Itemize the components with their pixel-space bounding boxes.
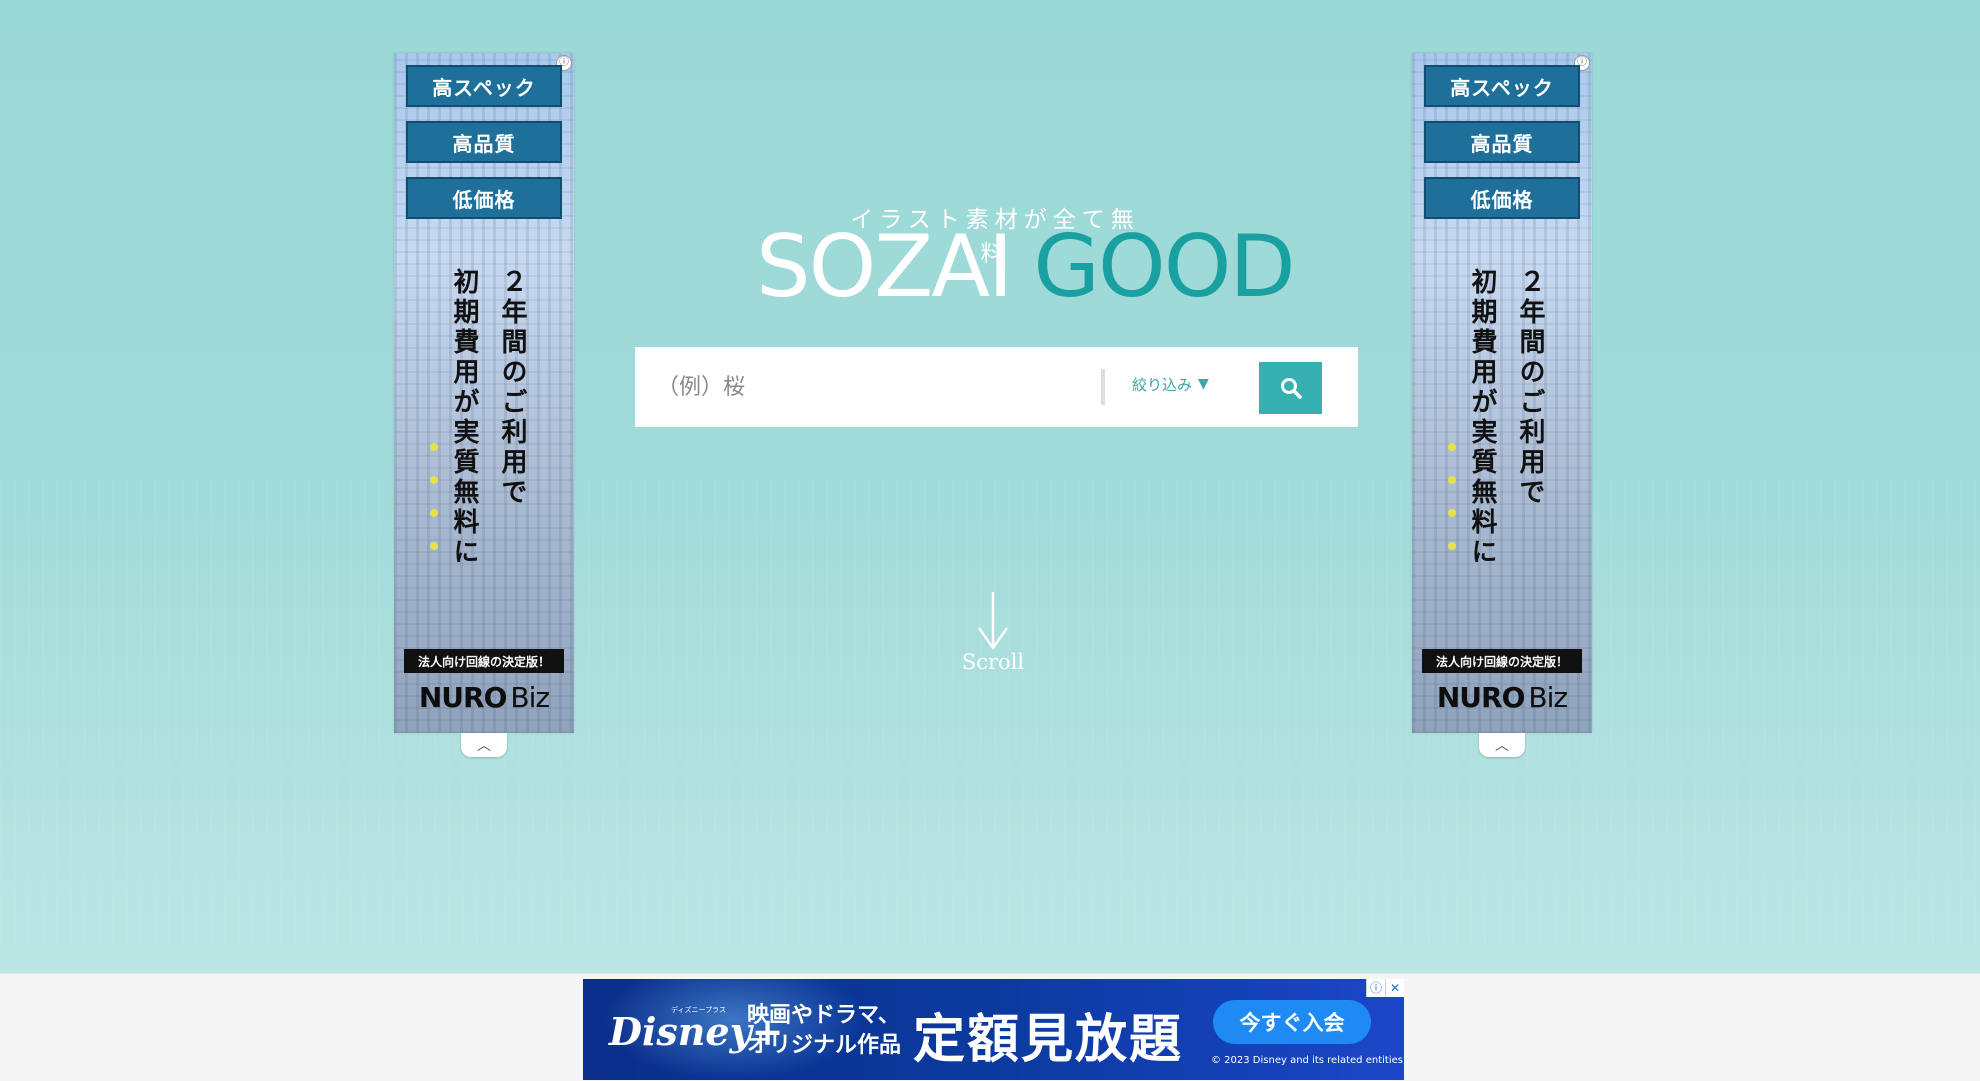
logo-word-sozai: SOZAI: [756, 217, 1013, 317]
side-ad-left[interactable]: ⓘ 高スペック 高品質 低価格 ２年間のご利用で 初期費用が実質無料に 法人向け…: [394, 53, 574, 733]
ad-badge-low-price: 低価格: [406, 177, 562, 219]
ad-brand-name: NURO: [1436, 680, 1526, 714]
ad-tagline: 法人向け回線の決定版！: [1422, 649, 1582, 673]
arrow-down-icon: [977, 592, 1009, 651]
search-divider: [1101, 369, 1105, 405]
hero-background-pattern: [0, 480, 1980, 950]
search-icon: [1280, 378, 1302, 399]
ad-copy-line-1: 映画やドラマ、: [747, 1003, 900, 1028]
side-ad-right-collapse-button[interactable]: ︿: [1479, 733, 1525, 757]
caret-down-icon: ▼: [1198, 376, 1209, 392]
ad-vertical-text-2: 初期費用が実質無料に: [449, 268, 479, 568]
filter-dropdown[interactable]: 絞り込み ▼: [1132, 369, 1209, 399]
chevron-up-icon: ︿: [477, 738, 491, 754]
ad-badge-high-quality: 高品質: [406, 121, 562, 163]
filter-label: 絞り込み: [1132, 375, 1193, 394]
ad-brand-suffix: Biz: [510, 680, 550, 714]
side-ad-left-collapse-button[interactable]: ︿: [461, 733, 507, 757]
ad-copy-line-2: オリジナル作品: [747, 1033, 902, 1058]
scroll-label: Scroll: [961, 650, 1025, 674]
ad-copy: 映画やドラマ、 オリジナル作品: [747, 1001, 901, 1061]
ad-bullets: [1448, 443, 1458, 575]
bottom-banner-ad[interactable]: ディズニープラス Disney+ 映画やドラマ、 オリジナル作品 定額見放題 今…: [583, 979, 1404, 1080]
search-button[interactable]: [1259, 362, 1322, 414]
logo-word-good: GOOD: [1033, 217, 1295, 317]
search-input[interactable]: [655, 361, 1079, 413]
site-logo[interactable]: SOZAI GOOD: [756, 222, 1296, 312]
ad-headline: 定額見放題: [913, 1010, 1184, 1070]
ad-vertical-text-1: ２年間のご利用で: [497, 268, 527, 508]
ad-brand-logo: NURO Biz: [1422, 679, 1582, 715]
scroll-indicator[interactable]: Scroll: [950, 590, 1036, 680]
side-ad-right[interactable]: ⓘ 高スペック 高品質 低価格 ２年間のご利用で 初期費用が実質無料に 法人向け…: [1412, 53, 1592, 733]
ad-badge-high-quality: 高品質: [1424, 121, 1580, 163]
ad-vertical-text-2: 初期費用が実質無料に: [1467, 268, 1497, 568]
close-icon[interactable]: ✕: [1385, 979, 1404, 997]
ad-badge-high-spec: 高スペック: [1424, 65, 1580, 107]
ad-info-icon[interactable]: ⓘ: [1366, 979, 1385, 997]
ad-controls: ⓘ ✕: [1366, 979, 1404, 997]
ad-tagline: 法人向け回線の決定版！: [404, 649, 564, 673]
chevron-up-icon: ︿: [1495, 738, 1509, 754]
search-bar: 絞り込み ▼: [635, 347, 1358, 427]
hero-section: [0, 0, 1980, 973]
ad-copyright: © 2023 Disney and its related entities: [1211, 1055, 1403, 1066]
ad-badge-high-spec: 高スペック: [406, 65, 562, 107]
ad-brand-suffix: Biz: [1528, 680, 1568, 714]
ad-vertical-text-1: ２年間のご利用で: [1515, 268, 1545, 508]
ad-brand-logo: NURO Biz: [404, 679, 564, 715]
ad-brand-name: NURO: [418, 680, 508, 714]
ad-bullets: [430, 443, 440, 575]
ad-badge-low-price: 低価格: [1424, 177, 1580, 219]
ad-cta-button[interactable]: 今すぐ入会: [1213, 1000, 1371, 1044]
